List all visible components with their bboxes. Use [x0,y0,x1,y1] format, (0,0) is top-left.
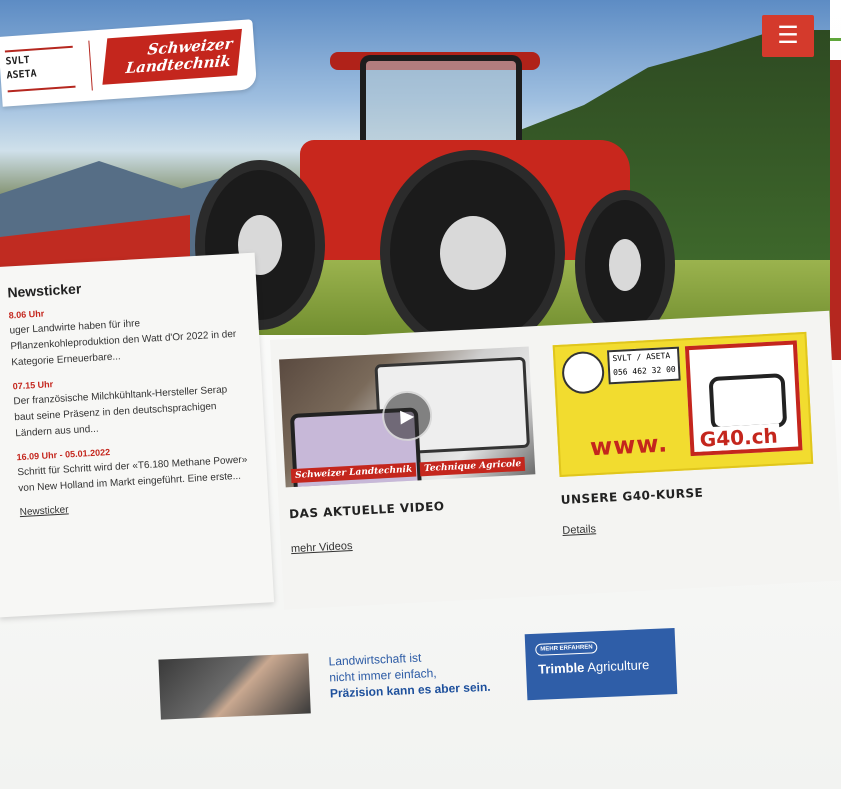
watermark-right: Technique Agricole [419,456,526,477]
g40-details-link[interactable]: Details [562,523,596,537]
ad-text-line1: Landwirtschaft ist [328,650,422,669]
trimble-logo: Trimble Agriculture [538,657,650,677]
trimble-logo-box[interactable]: MEHR ERFAHREN Trimble Agriculture [524,628,678,701]
newsticker-link[interactable]: Newsticker [19,494,254,518]
more-videos-link[interactable]: mehr Videos [291,540,353,555]
schweizer-landtechnik-logo: Schweizer Landtechnik [102,28,242,85]
mehr-erfahren-badge[interactable]: MEHR ERFAHREN [535,641,598,656]
logo-divider [88,40,93,91]
g40-domain: G40.ch [697,423,781,452]
news-item[interactable]: 07.15 Uhr Der französische Milchkühltank… [12,368,250,442]
feature-cards: ▶ Schweizer Landtechnik Technique Agrico… [270,310,841,610]
g40-info-line2: 056 462 32 00 [612,364,676,378]
trimble-brand: Trimble [537,659,585,677]
trimble-brand-suffix: Agriculture [586,657,650,675]
svlt-aseta-logo: SVLT ASETA [4,45,76,93]
g40-banner-info: SVLT / ASETA 056 462 32 00 [607,346,681,385]
g40-banner[interactable]: SVLT / ASETA 056 462 32 00 www. G40.ch [552,331,814,478]
newsticker-title: Newsticker [6,280,82,301]
hamburger-menu-button[interactable]: ☰ [762,15,814,57]
g40-www: www. [589,429,669,462]
video-card-title: DAS AKTUELLE VIDEO [288,499,445,522]
newsticker-panel: Newsticker 8.06 Uhr uger Landwirte haben… [0,252,275,618]
news-text[interactable]: Der französische Milchkühltank-Herstelle… [13,381,250,442]
tractor-front-wheel-right [575,190,675,335]
hamburger-menu-icon: ☰ [777,22,799,49]
ad-photo-steering [158,653,311,720]
g40-card-title: UNSERE G40-KURSE [560,485,704,507]
news-item[interactable]: 16.09 Uhr - 05.01.2022 Schritt für Schri… [16,439,253,497]
news-item[interactable]: 8.06 Uhr uger Landwirte haben für ihre P… [8,297,246,371]
news-text[interactable]: uger Landwirte haben für ihre Pflanzenko… [9,310,246,371]
video-thumbnail[interactable]: ▶ Schweizer Landtechnik Technique Agrico… [279,346,536,488]
seal-icon [561,350,606,395]
